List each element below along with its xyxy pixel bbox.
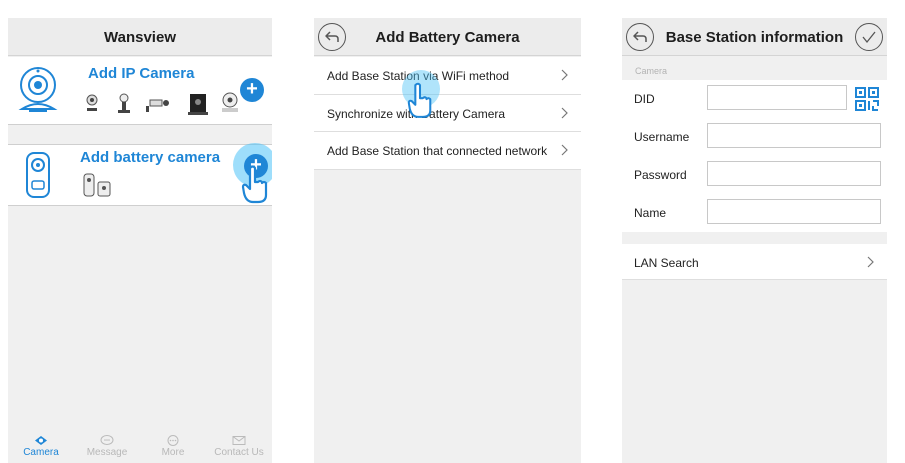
bottom-tab-bar: Camera Message More Contact Us xyxy=(8,433,272,463)
name-label: Name xyxy=(634,206,667,220)
screen-header: Add Battery Camera xyxy=(314,18,581,56)
battery-camera-icon xyxy=(26,152,50,198)
password-input[interactable] xyxy=(707,161,881,186)
tab-message-label: Message xyxy=(86,447,128,458)
qr-scan-icon[interactable] xyxy=(854,86,880,112)
name-row: Name xyxy=(622,194,887,232)
base-station-form: DID Username Password Name xyxy=(622,80,887,232)
add-battery-camera-title: Add battery camera xyxy=(80,149,221,166)
checkmark-icon xyxy=(862,31,876,44)
chevron-right-icon xyxy=(561,69,568,81)
camera-list-screen: Wansview Add IP Camera + Add battery cam… xyxy=(8,18,272,463)
hand-pointer-icon xyxy=(407,82,432,118)
lan-search-row[interactable]: LAN Search xyxy=(622,244,887,280)
screen-header: Base Station information xyxy=(622,18,887,56)
more-icon xyxy=(167,435,179,446)
add-ip-camera-button[interactable]: + xyxy=(240,78,264,102)
chevron-right-icon xyxy=(561,144,568,156)
battery-camera-models-icon xyxy=(83,173,111,197)
add-method-list: Add Base Station via WiFi method Synchro… xyxy=(314,57,581,170)
did-row: DID xyxy=(622,80,887,118)
screen-title: Add Battery Camera xyxy=(375,29,520,46)
chevron-right-icon xyxy=(867,256,874,268)
tab-contact-us-label: Contact Us xyxy=(214,447,264,458)
name-input[interactable] xyxy=(707,199,881,224)
tab-more-label: More xyxy=(161,447,185,458)
did-label: DID xyxy=(634,92,655,106)
message-icon xyxy=(100,435,114,445)
camera-icon xyxy=(35,436,47,445)
menu-item-synchronize[interactable]: Synchronize with Battery Camera xyxy=(314,95,581,132)
username-row: Username xyxy=(622,118,887,156)
username-label: Username xyxy=(634,130,690,144)
tab-more[interactable]: More xyxy=(140,433,206,463)
add-battery-camera-card[interactable]: Add battery camera + xyxy=(8,143,272,206)
password-row: Password xyxy=(622,156,887,194)
base-station-info-screen: Base Station information Camera DID User… xyxy=(622,18,887,463)
did-input[interactable] xyxy=(707,85,847,110)
lan-search-label: LAN Search xyxy=(634,256,699,270)
menu-item-wifi-method[interactable]: Add Base Station via WiFi method xyxy=(314,57,581,95)
menu-item-label: Add Base Station that connected network xyxy=(327,144,548,158)
add-battery-camera-screen: Add Battery Camera Add Base Station via … xyxy=(314,18,581,463)
username-input[interactable] xyxy=(707,123,881,148)
tab-message[interactable]: Message xyxy=(74,433,140,463)
hand-pointer-icon xyxy=(241,165,268,204)
tab-camera-label: Camera xyxy=(23,447,59,458)
app-header: Wansview xyxy=(8,18,272,56)
menu-item-connected-network[interactable]: Add Base Station that connected network xyxy=(314,132,581,170)
add-ip-camera-title: Add IP Camera xyxy=(88,65,195,82)
add-ip-camera-card[interactable]: Add IP Camera + xyxy=(8,57,272,125)
chevron-right-icon xyxy=(561,107,568,118)
ip-camera-models-icon xyxy=(86,92,238,115)
ip-camera-icon xyxy=(18,67,58,112)
screen-title: Base Station information xyxy=(665,29,844,46)
tab-contact-us[interactable]: Contact Us xyxy=(206,433,272,463)
tab-camera[interactable]: Camera xyxy=(8,433,74,463)
password-label: Password xyxy=(634,168,687,182)
confirm-button[interactable] xyxy=(855,23,883,51)
section-label-camera: Camera xyxy=(635,66,668,76)
contact-icon xyxy=(232,436,246,445)
app-title: Wansview xyxy=(104,29,176,46)
